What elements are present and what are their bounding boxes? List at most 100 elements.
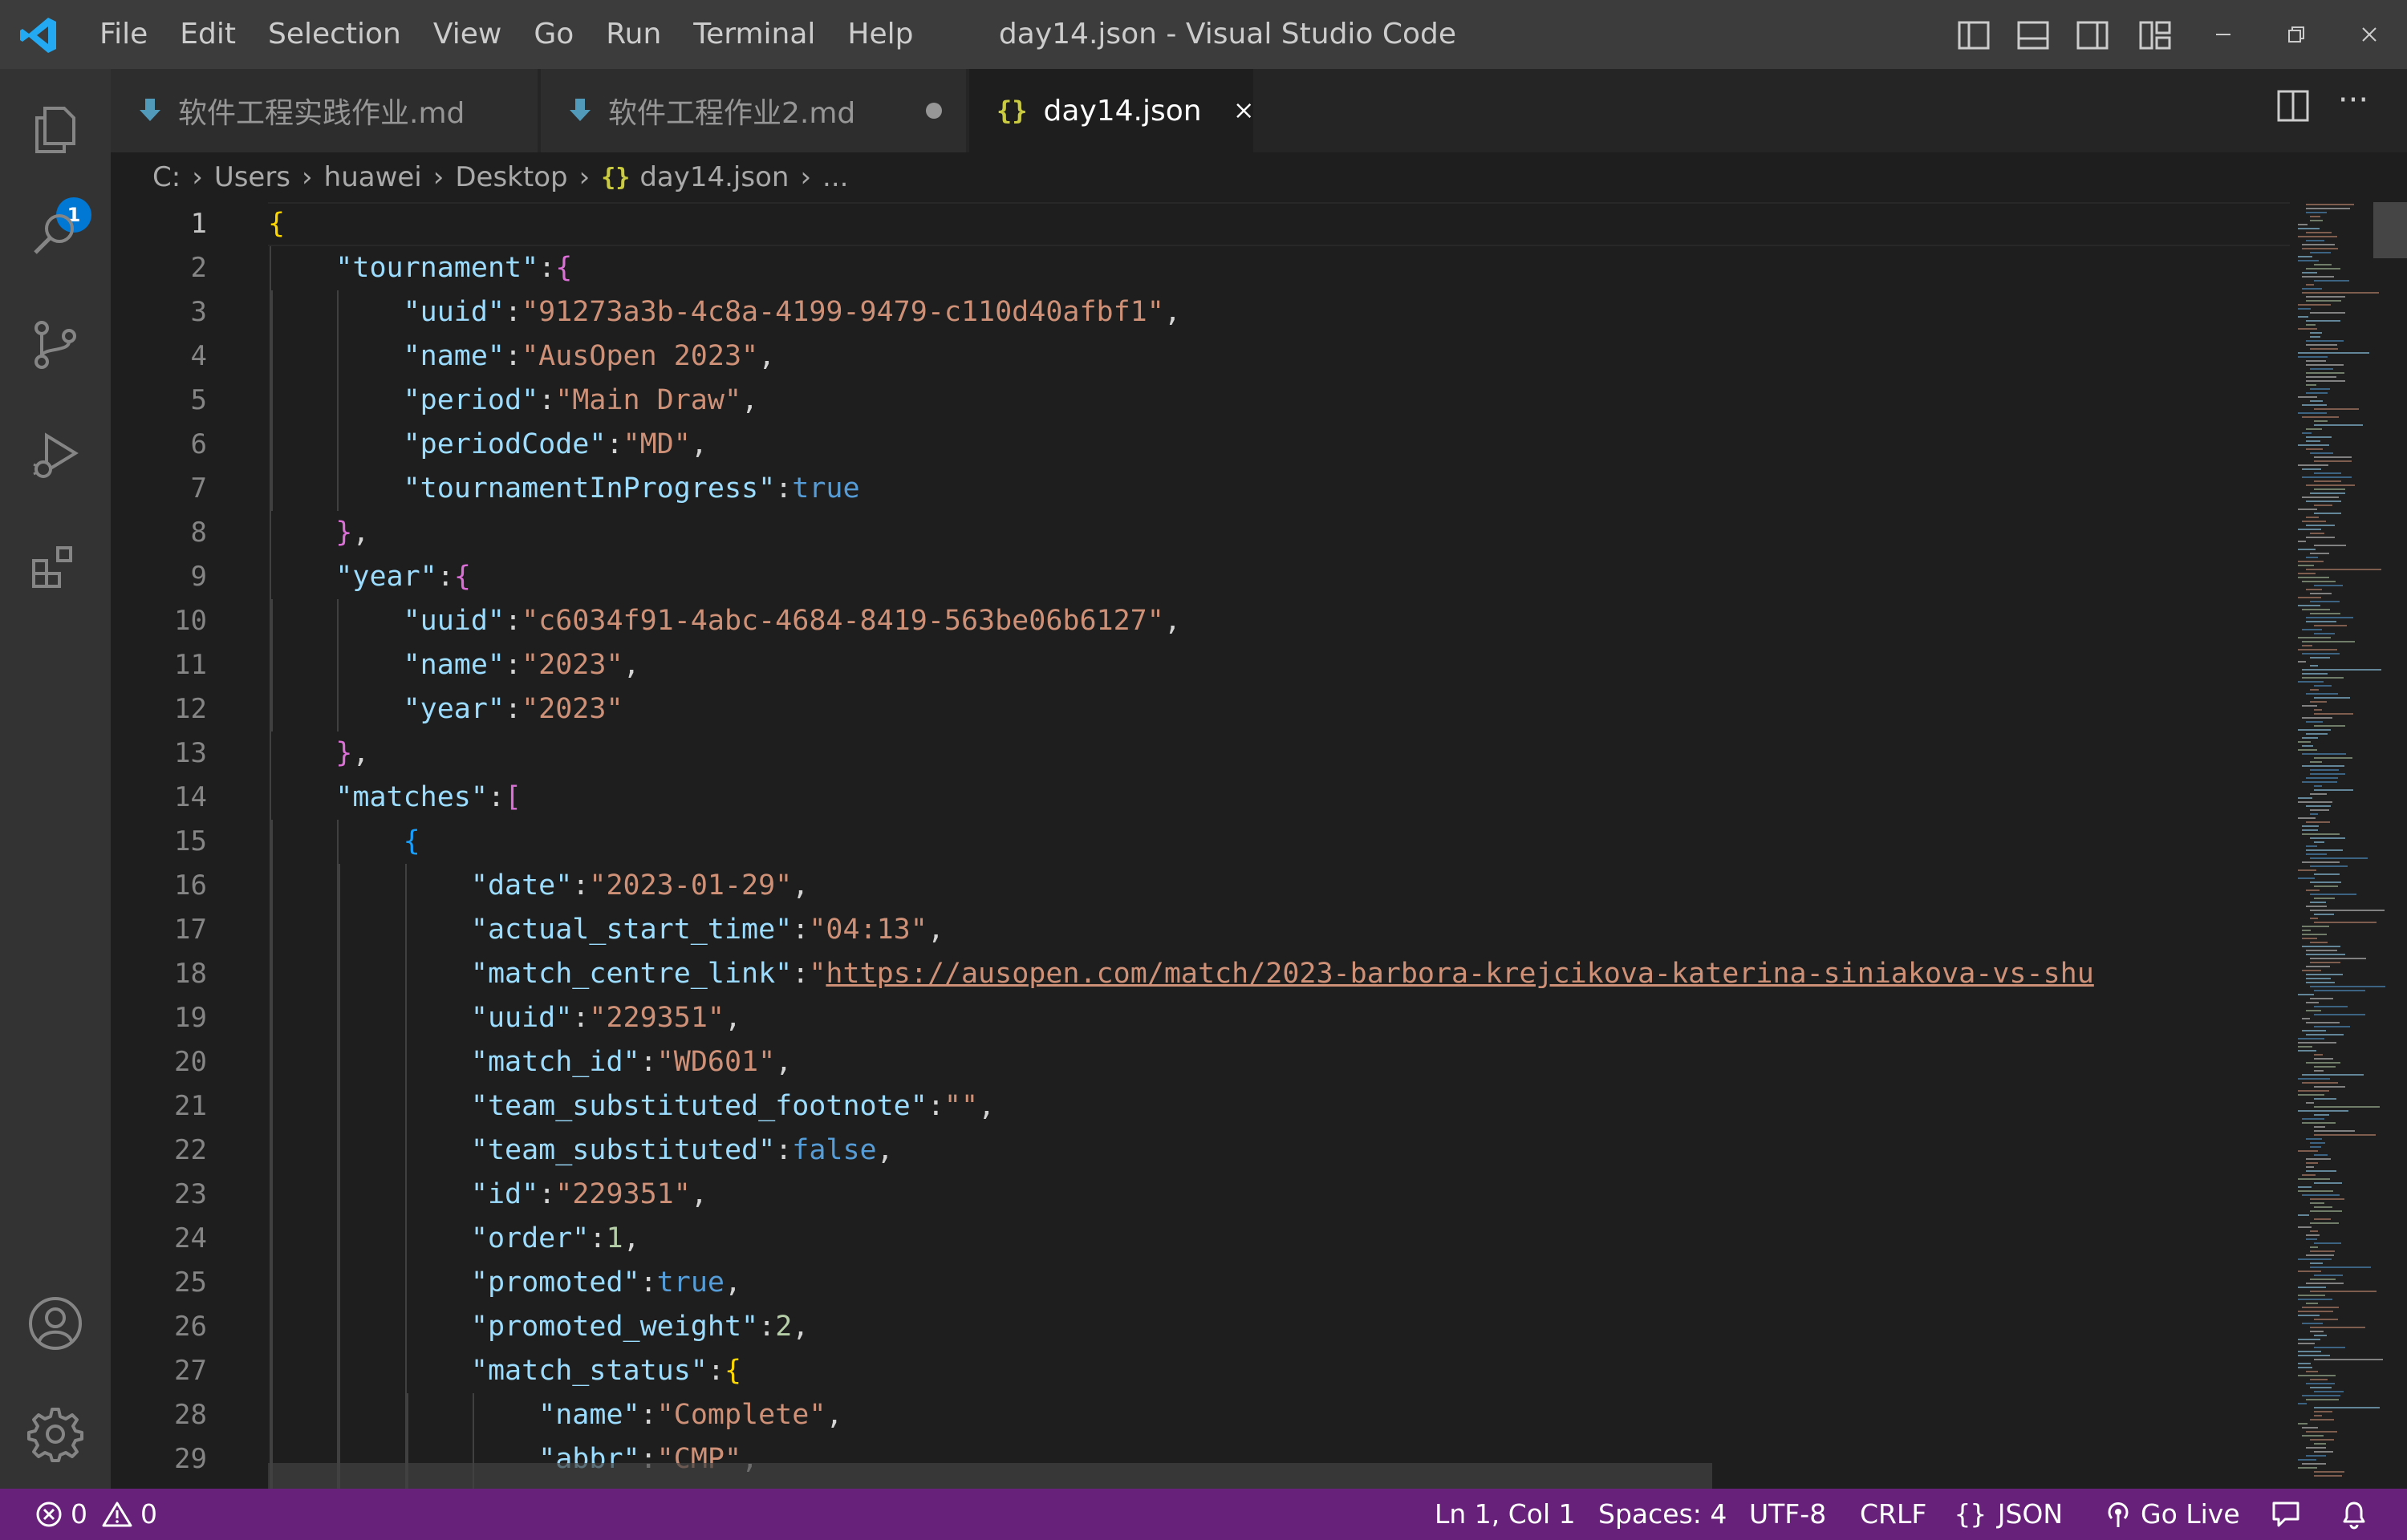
minimize-button[interactable]: [2187, 0, 2259, 69]
code-line[interactable]: "uuid":"91273a3b-4c8a-4199-9479-c110d40a…: [268, 290, 1181, 334]
code-line[interactable]: },: [268, 511, 369, 555]
minimap-line: [2302, 288, 2322, 290]
language-mode[interactable]: {} JSON: [1954, 1489, 2063, 1540]
line-number: 12: [174, 693, 207, 725]
code-line[interactable]: "match_id":"WD601",: [268, 1040, 792, 1084]
eol-setting[interactable]: CRLF: [1860, 1489, 1926, 1540]
menu-file[interactable]: File: [83, 0, 164, 69]
menu-terminal[interactable]: Terminal: [677, 0, 831, 69]
breadcrumb-symbols[interactable]: ...: [818, 161, 853, 193]
code-line[interactable]: "match_centre_link":"https://ausopen.com…: [268, 952, 2094, 996]
indent-guide: [270, 423, 271, 467]
code-line[interactable]: "name":"Complete",: [268, 1393, 842, 1437]
notifications-button[interactable]: [2340, 1489, 2377, 1540]
code-line[interactable]: "team_substituted_footnote":"",: [268, 1084, 995, 1129]
toggle-primary-sidebar-icon[interactable]: [1956, 18, 1991, 53]
minimap-line: [2314, 697, 2350, 699]
indent-guide: [270, 864, 271, 908]
code-line[interactable]: "team_substituted":false,: [268, 1129, 894, 1173]
code-token: "MD": [623, 428, 691, 460]
breadcrumb-huawei[interactable]: huawei: [319, 161, 427, 193]
minimap-line: [2314, 472, 2341, 474]
menu-run[interactable]: Run: [590, 0, 677, 69]
close-icon[interactable]: [1234, 99, 1253, 123]
close-window-button[interactable]: [2333, 0, 2405, 69]
code-token: :: [505, 693, 522, 725]
problems-indicator[interactable]: 0 0: [35, 1489, 157, 1540]
breadcrumb-file[interactable]: day14.json: [635, 161, 794, 193]
code-line[interactable]: "year":"2023": [268, 687, 623, 732]
minimap-line: [2298, 729, 2331, 731]
split-editor-icon[interactable]: [2275, 88, 2311, 124]
breadcrumb-users[interactable]: Users: [209, 161, 295, 193]
minimap-line: [2310, 1279, 2336, 1280]
minimap-line: [2310, 701, 2327, 703]
code-line[interactable]: "name":"2023",: [268, 643, 640, 687]
feedback-button[interactable]: [2271, 1489, 2309, 1540]
code-line[interactable]: "period":"Main Draw",: [268, 379, 759, 423]
code-link[interactable]: https://ausopen.com/match/2023-barbora-k…: [826, 958, 2093, 990]
menu-edit[interactable]: Edit: [164, 0, 252, 69]
code-line[interactable]: "uuid":"c6034f91-4abc-4684-8419-563be06b…: [268, 599, 1181, 643]
code-line[interactable]: "year":{: [268, 555, 471, 599]
manage-button[interactable]: [23, 1402, 87, 1466]
indent-guide: [271, 423, 273, 467]
unsaved-dot-icon[interactable]: [926, 103, 942, 119]
code-line[interactable]: "name":"AusOpen 2023",: [268, 334, 776, 379]
menu-go[interactable]: Go: [518, 0, 590, 69]
breadcrumb-desktop[interactable]: Desktop: [450, 161, 572, 193]
tab-software-homework2-md[interactable]: 软件工程作业2.md: [541, 69, 968, 152]
minimap[interactable]: [2293, 202, 2391, 1489]
more-actions-icon[interactable]: ···: [2332, 84, 2375, 124]
code-line[interactable]: "promoted_weight":2,: [268, 1305, 809, 1349]
code-line[interactable]: "actual_start_time":"04:13",: [268, 908, 944, 952]
editor[interactable]: 1 2 3 4 5 6 7 8 9 10 11 12 13 14 15 16 17 18 19 20 21 22 23 24 2…: [111, 202, 2407, 1489]
run-debug-icon: [33, 432, 79, 478]
minimap-line: [2298, 1090, 2329, 1092]
code-line[interactable]: {: [268, 820, 420, 864]
code-token: [: [505, 781, 522, 813]
code-line[interactable]: "tournament":{: [268, 246, 572, 290]
vertical-scrollbar-thumb[interactable]: [2373, 202, 2407, 258]
tab-software-practice-md[interactable]: 软件工程实践作业.md: [111, 69, 539, 152]
accounts-button[interactable]: [23, 1291, 87, 1356]
toggle-panel-icon[interactable]: [2015, 18, 2051, 53]
indent-guide: [337, 1261, 339, 1305]
search-button[interactable]: [23, 202, 87, 266]
breadcrumb-drive[interactable]: C:: [148, 161, 185, 193]
code-token: "period": [403, 384, 539, 416]
run-debug-button[interactable]: [23, 424, 87, 488]
code-area[interactable]: { "tournament":{ "uuid":"91273a3b-4c8a-4…: [268, 202, 2290, 1489]
code-line[interactable]: {: [268, 202, 285, 246]
minimap-line: [2314, 757, 2352, 759]
customize-layout-icon[interactable]: [2137, 18, 2173, 53]
menu-help[interactable]: Help: [831, 0, 929, 69]
code-token: "year": [403, 693, 505, 725]
minimap-line: [2314, 1058, 2333, 1060]
indentation-setting[interactable]: Spaces: 4: [1598, 1489, 1727, 1540]
tab-day14-json[interactable]: {} day14.json: [969, 69, 1255, 152]
encoding-setting[interactable]: UTF-8: [1749, 1489, 1826, 1540]
toggle-secondary-sidebar-icon[interactable]: [2075, 18, 2110, 53]
source-control-button[interactable]: [23, 313, 87, 377]
code-line[interactable]: "matches":[: [268, 776, 522, 820]
minimap-line: [2302, 1118, 2324, 1120]
go-live-button[interactable]: Go Live: [2104, 1489, 2240, 1540]
code-line[interactable]: "date":"2023-01-29",: [268, 864, 809, 908]
code-line[interactable]: "tournamentInProgress":true: [268, 467, 860, 511]
explorer-button[interactable]: [23, 98, 87, 162]
horizontal-scrollbar-thumb[interactable]: [268, 1463, 1712, 1489]
minimap-line: [2306, 212, 2327, 213]
bell-icon: [2343, 1502, 2365, 1530]
restore-button[interactable]: [2259, 0, 2332, 69]
menu-selection[interactable]: Selection: [252, 0, 417, 69]
code-line[interactable]: },: [268, 732, 369, 776]
extensions-button[interactable]: [23, 534, 87, 598]
cursor-position[interactable]: Ln 1, Col 1: [1435, 1489, 1576, 1540]
code-line[interactable]: "id":"229351",: [268, 1173, 708, 1217]
indent-guide: [271, 334, 273, 379]
indent-guide: [339, 1084, 341, 1129]
code-line[interactable]: "order":1,: [268, 1217, 640, 1261]
code-line[interactable]: "periodCode":"MD",: [268, 423, 708, 467]
menu-view[interactable]: View: [417, 0, 518, 69]
